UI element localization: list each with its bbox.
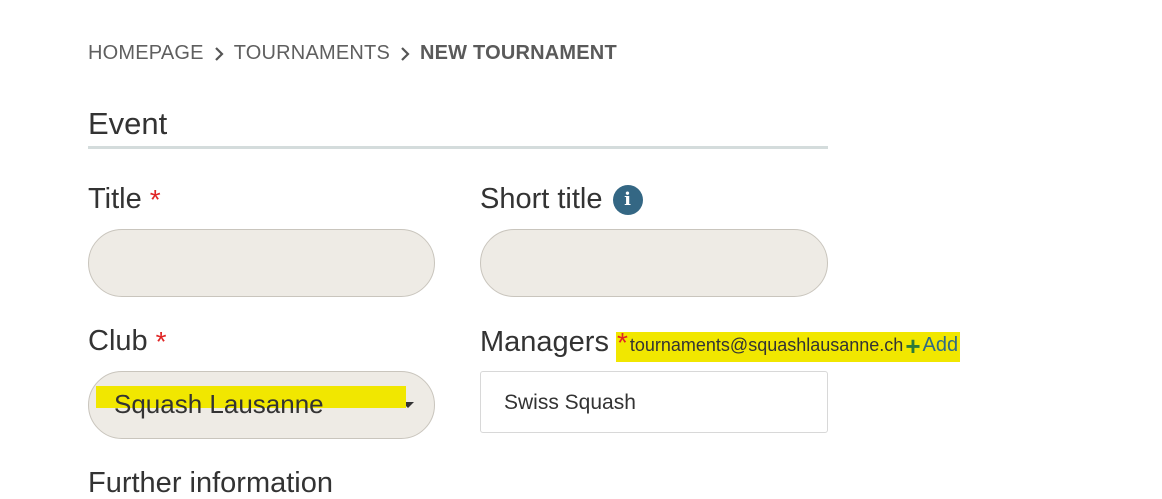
further-information-label: Further information <box>88 467 333 499</box>
add-manager-label: Add <box>922 334 959 356</box>
title-label-text: Title <box>88 183 142 215</box>
club-label: Club * <box>88 325 167 358</box>
breadcrumb-homepage[interactable]: HOMEPAGE <box>88 42 204 65</box>
short-title-label: Short title i <box>480 183 643 216</box>
chevron-right-icon <box>204 46 234 61</box>
club-select-value: Squash Lausanne <box>114 389 324 419</box>
short-title-label-text: Short title <box>480 183 603 215</box>
required-asterisk: * <box>155 325 167 357</box>
managers-input-value: Swiss Squash <box>504 391 636 414</box>
chevron-right-icon <box>390 46 420 61</box>
short-title-field <box>480 229 828 297</box>
required-asterisk: * <box>149 183 161 215</box>
managers-header: Managers * tournaments@squashlausanne.ch… <box>480 326 958 359</box>
breadcrumb: HOMEPAGE TOURNAMENTS NEW TOURNAMENT <box>88 42 617 65</box>
info-icon[interactable]: i <box>612 184 643 215</box>
required-asterisk: * <box>616 326 628 358</box>
club-label-text: Club <box>88 325 148 357</box>
section-divider <box>88 146 828 149</box>
further-information-label-text: Further information <box>88 467 333 499</box>
breadcrumb-current: NEW TOURNAMENT <box>420 42 617 64</box>
title-label: Title * <box>88 183 161 216</box>
managers-label-text: Managers <box>480 326 609 358</box>
short-title-input[interactable] <box>481 230 827 296</box>
plus-icon: + <box>905 330 921 361</box>
title-input[interactable] <box>89 230 434 296</box>
section-title-event: Event <box>88 106 168 141</box>
add-manager-button[interactable]: + Add <box>905 330 959 361</box>
title-field <box>88 229 435 297</box>
new-tournament-page: HOMEPAGE TOURNAMENTS NEW TOURNAMENT Even… <box>0 0 1162 499</box>
breadcrumb-tournaments[interactable]: TOURNAMENTS <box>234 42 390 65</box>
managers-input[interactable]: Swiss Squash <box>480 371 828 433</box>
manager-email: tournaments@squashlausanne.ch <box>629 335 904 355</box>
